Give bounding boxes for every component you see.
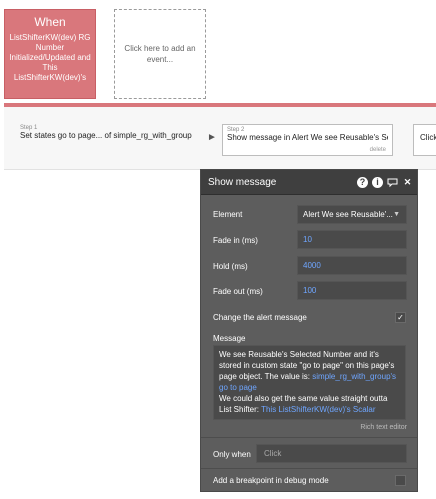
info-icon[interactable]: i	[372, 177, 383, 188]
workflow-editor-canvas: When ListShifterKW(dev) RG Number Initia…	[0, 0, 436, 499]
fade-in-label: Fade in (ms)	[213, 236, 258, 245]
chevron-down-icon: ▼	[393, 211, 400, 218]
breakpoint-checkbox[interactable]	[395, 475, 406, 486]
message-label: Message	[213, 334, 246, 343]
element-dropdown[interactable]: Alert We see Reusable'... ▼	[297, 205, 407, 224]
message-editor[interactable]: We see Reusable's Selected Number and it…	[213, 345, 406, 420]
hold-label: Hold (ms)	[213, 262, 248, 271]
only-when-label: Only when	[213, 450, 251, 459]
rich-text-editor-link[interactable]: Rich text editor	[360, 424, 407, 431]
fade-out-input[interactable]: 100	[297, 281, 407, 300]
panel-title: Show message	[208, 177, 277, 188]
element-dropdown-value: Alert We see Reusable'...	[303, 210, 393, 219]
step-2-delete-link[interactable]: delete	[370, 147, 386, 153]
step-2-text: Show message in Alert We see Reusable's …	[227, 133, 388, 142]
arrow-right-icon: ►	[207, 132, 217, 143]
step-1-text: Set states go to page... of simple_rg_wi…	[20, 131, 192, 140]
element-label: Element	[213, 210, 243, 219]
action-step-3-add[interactable]: Click	[413, 124, 436, 156]
message-dynamic-2[interactable]: This ListShifterKW(dev)'s Scalar	[261, 405, 375, 414]
add-event-placeholder[interactable]: Click here to add an event...	[114, 9, 206, 99]
close-icon[interactable]: ✕	[402, 177, 413, 188]
breakpoint-label: Add a breakpoint in debug mode	[213, 476, 329, 485]
hold-input[interactable]: 4000	[297, 256, 407, 275]
event-when-title: When	[34, 15, 66, 29]
event-when-block[interactable]: When ListShifterKW(dev) RG Number Initia…	[4, 9, 96, 99]
panel-header[interactable]: Show message ? i ✕	[201, 170, 417, 195]
panel-divider	[201, 437, 417, 438]
panel-divider	[201, 468, 417, 469]
fade-out-label: Fade out (ms)	[213, 287, 263, 296]
fade-in-input[interactable]: 10	[297, 230, 407, 249]
change-alert-label: Change the alert message	[213, 313, 307, 322]
comment-icon[interactable]	[387, 177, 398, 188]
change-alert-checkbox[interactable]: ✓	[395, 312, 406, 323]
event-when-description: ListShifterKW(dev) RG Number Initialized…	[9, 33, 91, 82]
show-message-panel: Show message ? i ✕ Element Alert We see …	[200, 169, 418, 492]
question-icon[interactable]: ?	[357, 177, 368, 188]
only-when-input[interactable]: Click	[256, 444, 407, 463]
action-step-1[interactable]: Step 1 Set states go to page... of simpl…	[20, 125, 192, 140]
action-step-2[interactable]: Step 2 Show message in Alert We see Reus…	[222, 124, 393, 156]
